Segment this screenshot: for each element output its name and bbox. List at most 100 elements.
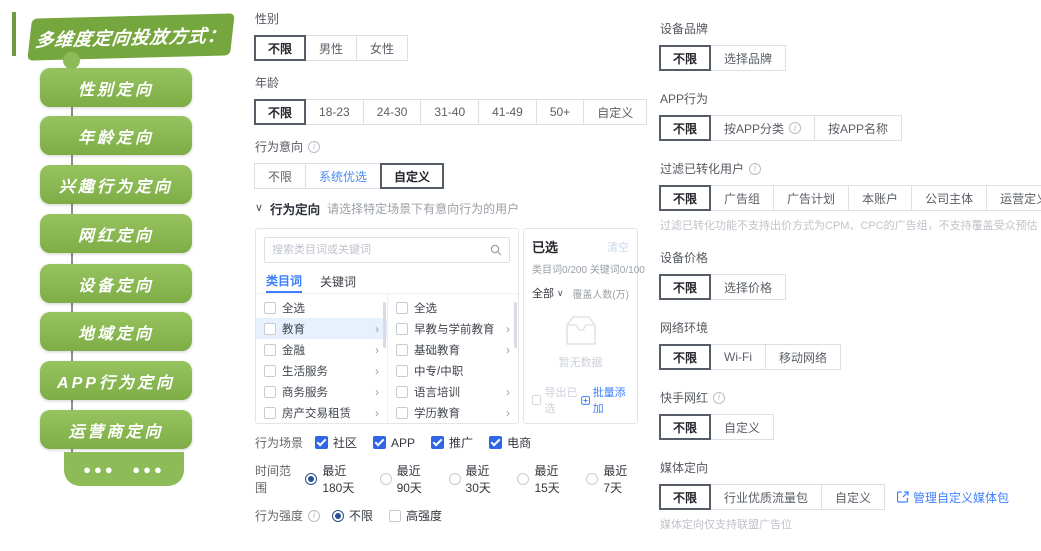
age-option-unlimited[interactable]: 不限 [254,99,306,125]
clear-selected-button[interactable]: 清空 [607,239,629,255]
range-option-15d[interactable]: 最近15天 [517,462,570,496]
category-item-education[interactable]: 教育 › [256,318,387,339]
info-icon[interactable] [308,141,320,153]
tab-keywords[interactable]: 关键词 [320,269,356,293]
device-price-select[interactable]: 选择价格 [710,274,786,300]
network-mobile[interactable]: 移动网络 [765,344,841,370]
range-option-180d[interactable]: 最近180天 [305,462,363,496]
selected-filter-dropdown[interactable]: 全部 ∨ [532,285,564,301]
manage-media-package-link[interactable]: 管理自定义媒体包 [897,489,1009,506]
sidebar-item-app-behavior[interactable]: APP行为定向 [40,361,192,400]
age-option-41-49[interactable]: 41-49 [478,99,537,125]
category-item-business-services[interactable]: 商务服务 › [256,381,387,402]
app-behavior-by-name[interactable]: 按APP名称 [814,115,902,141]
filter-converted-company[interactable]: 公司主体 [911,185,987,211]
media-unlimited[interactable]: 不限 [659,484,711,510]
checkbox-icon[interactable] [264,344,276,356]
radio-selected-icon[interactable] [332,510,344,522]
radio-icon[interactable] [517,473,529,485]
subcategory-item-vocational[interactable]: 中专/中职 [388,360,518,381]
gender-option-unlimited[interactable]: 不限 [254,35,306,61]
sidebar-item-carrier[interactable]: 运营商定向 [40,410,192,449]
age-option-50plus[interactable]: 50+ [536,99,584,125]
info-icon[interactable] [713,392,725,404]
age-option-custom[interactable]: 自定义 [583,99,647,125]
info-icon[interactable] [749,163,761,175]
intent-option-custom[interactable]: 自定义 [380,163,444,189]
intent-option-system-optimal[interactable]: 系统优选 [305,163,381,189]
device-brand-select[interactable]: 选择品牌 [710,45,786,71]
category-item-select-all[interactable]: 全选 [256,297,387,318]
gender-option-male[interactable]: 男性 [305,35,357,61]
ks-influencer-custom[interactable]: 自定义 [710,414,774,440]
radio-icon[interactable] [380,473,392,485]
network-unlimited[interactable]: 不限 [659,344,711,370]
sidebar-item-interest-behavior[interactable]: 兴趣行为定向 [40,165,192,204]
checkbox-icon[interactable] [396,344,408,356]
ks-influencer-unlimited[interactable]: 不限 [659,414,711,440]
filter-converted-product-name[interactable]: 运营定义产品名 [986,185,1041,211]
age-option-18-23[interactable]: 18-23 [305,99,364,125]
checkbox-icon[interactable] [264,365,276,377]
sidebar-item-age[interactable]: 年龄定向 [40,116,192,155]
subcategory-item-early-education[interactable]: 早教与学前教育 › [388,318,518,339]
intent-option-unlimited[interactable]: 不限 [254,163,306,189]
checkbox-checked-icon[interactable] [315,436,328,449]
media-custom[interactable]: 自定义 [821,484,885,510]
checkbox-icon[interactable] [264,386,276,398]
scene-option-ecommerce[interactable]: 电商 [489,434,531,451]
device-price-unlimited[interactable]: 不限 [659,274,711,300]
sidebar-item-region[interactable]: 地域定向 [40,312,192,351]
checkbox-checked-icon[interactable] [489,436,502,449]
subcategory-item-language-training[interactable]: 语言培训 › [388,381,518,402]
batch-add-button[interactable]: 批量添加 [581,384,630,416]
subcategory-item-basic-education[interactable]: 基础教育 › [388,339,518,360]
search-icon[interactable] [490,244,502,256]
subcategory-item-degree-education[interactable]: 学历教育 › [388,402,518,423]
filter-converted-ad-group[interactable]: 广告组 [710,185,774,211]
category-search-box[interactable] [264,237,510,263]
scene-option-promotion[interactable]: 推广 [431,434,473,451]
checkbox-icon[interactable] [396,365,408,377]
checkbox-icon[interactable] [389,510,401,522]
scene-option-app[interactable]: APP [373,436,415,450]
scene-option-community[interactable]: 社区 [315,434,357,451]
subcategory-item-select-all[interactable]: 全选 [388,297,518,318]
category-item-real-estate[interactable]: 房产交易租赁 › [256,402,387,423]
checkbox-icon[interactable] [396,407,408,419]
range-option-7d[interactable]: 最近7天 [586,462,634,496]
checkbox-icon[interactable] [264,407,276,419]
category-item-finance[interactable]: 金融 › [256,339,387,360]
app-behavior-by-category[interactable]: 按APP分类 [710,115,815,141]
filter-converted-ad-plan[interactable]: 广告计划 [773,185,849,211]
tab-category-words[interactable]: 类目词 [266,269,302,293]
checkbox-icon[interactable] [396,386,408,398]
checkbox-icon[interactable] [264,302,276,314]
radio-selected-icon[interactable] [305,473,317,485]
checkbox-icon[interactable] [264,323,276,335]
media-industry-package[interactable]: 行业优质流量包 [710,484,822,510]
age-option-31-40[interactable]: 31-40 [420,99,479,125]
category-search-input[interactable] [272,244,486,256]
category-item-life-services[interactable]: 生活服务 › [256,360,387,381]
checkbox-icon[interactable] [396,302,408,314]
scrollbar[interactable] [383,302,386,348]
checkbox-icon[interactable] [396,323,408,335]
sidebar-item-device[interactable]: 设备定向 [40,264,192,303]
gender-option-female[interactable]: 女性 [356,35,408,61]
filter-converted-account[interactable]: 本账户 [848,185,912,211]
scrollbar[interactable] [514,302,517,348]
app-behavior-unlimited[interactable]: 不限 [659,115,711,141]
range-option-30d[interactable]: 最近30天 [449,462,502,496]
intensity-option-high[interactable]: 高强度 [389,507,442,524]
device-brand-unlimited[interactable]: 不限 [659,45,711,71]
range-option-90d[interactable]: 最近90天 [380,462,433,496]
radio-icon[interactable] [586,473,598,485]
sidebar-item-influencer[interactable]: 网红定向 [40,214,192,253]
checkbox-checked-icon[interactable] [431,436,444,449]
network-wifi[interactable]: Wi-Fi [710,344,766,370]
age-option-24-30[interactable]: 24-30 [363,99,422,125]
sidebar-item-gender[interactable]: 性别定向 [40,68,192,107]
intensity-option-unlimited[interactable]: 不限 [332,507,373,524]
filter-converted-unlimited[interactable]: 不限 [659,185,711,211]
